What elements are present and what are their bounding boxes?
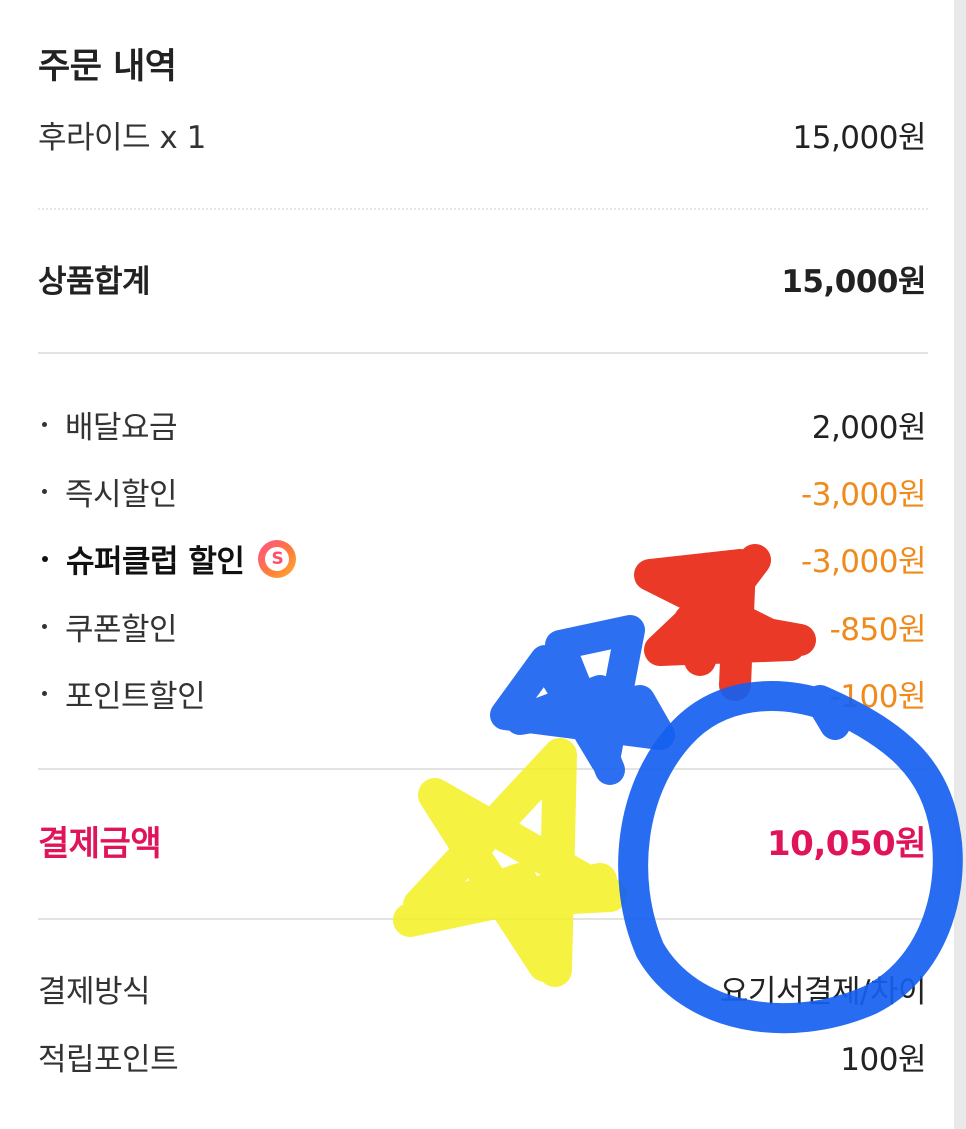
payment-method-label: 결제방식 — [38, 974, 151, 1010]
bullet-dot — [42, 489, 47, 494]
order-summary-page: 주문 내역 후라이드 x 1 15,000원 상품합계 15,000원 배달요금… — [0, 0, 966, 1129]
earned-points-row: 적립포인트 100원 — [38, 1034, 926, 1079]
fee-row-point-discount: 포인트할인 -100원 — [38, 671, 927, 716]
section-divider — [38, 918, 928, 920]
delivery-fee-label: 배달요금 — [65, 410, 178, 446]
superclub-discount-label: 슈퍼클럽 할인 — [66, 544, 245, 580]
fee-row-coupon-discount: 쿠폰할인 -850원 — [38, 604, 927, 649]
earned-points-value: 100원 — [840, 1042, 926, 1078]
total-label: 결제금액 — [38, 824, 162, 864]
subtotal-label: 상품합계 — [38, 264, 151, 300]
subtotal-row: 상품합계 15,000원 — [38, 256, 926, 301]
superclub-discount-value: -3,000원 — [801, 544, 926, 580]
scroll-edge-bar — [954, 0, 966, 1129]
section-divider — [38, 768, 928, 770]
fee-row-instant-discount: 즉시할인 -3,000원 — [38, 469, 926, 514]
dotted-divider — [38, 208, 928, 210]
section-divider — [38, 352, 928, 354]
order-item-row: 후라이드 x 1 15,000원 — [38, 112, 926, 157]
instant-discount-label: 즉시할인 — [65, 477, 178, 513]
payment-method-value: 요기서결제/차이 — [719, 974, 927, 1010]
point-discount-label: 포인트할인 — [65, 679, 206, 715]
total-row: 결제금액 10,050원 — [38, 816, 926, 865]
order-details-title: 주문 내역 — [38, 47, 177, 87]
coupon-discount-value: -850원 — [829, 612, 927, 648]
bullet-dot — [42, 422, 47, 427]
bullet-dot — [42, 691, 47, 696]
order-item-label: 후라이드 x 1 — [38, 120, 206, 156]
coupon-discount-label: 쿠폰할인 — [65, 612, 178, 648]
subtotal-value: 15,000원 — [781, 264, 926, 300]
fee-row-delivery: 배달요금 2,000원 — [38, 402, 927, 447]
payment-method-row: 결제방식 요기서결제/차이 — [38, 966, 927, 1011]
superclub-badge-icon: S — [258, 539, 297, 578]
total-value: 10,050원 — [767, 824, 926, 864]
delivery-fee-value: 2,000원 — [811, 410, 927, 446]
point-discount-value: -100원 — [829, 679, 927, 715]
fee-row-superclub-discount: 슈퍼클럽 할인 S -3,000원 — [38, 536, 926, 581]
bullet-dot — [42, 624, 47, 629]
order-item-price: 15,000원 — [792, 120, 927, 156]
instant-discount-value: -3,000원 — [801, 477, 926, 513]
bullet-dot — [42, 555, 48, 562]
earned-points-label: 적립포인트 — [38, 1042, 179, 1078]
